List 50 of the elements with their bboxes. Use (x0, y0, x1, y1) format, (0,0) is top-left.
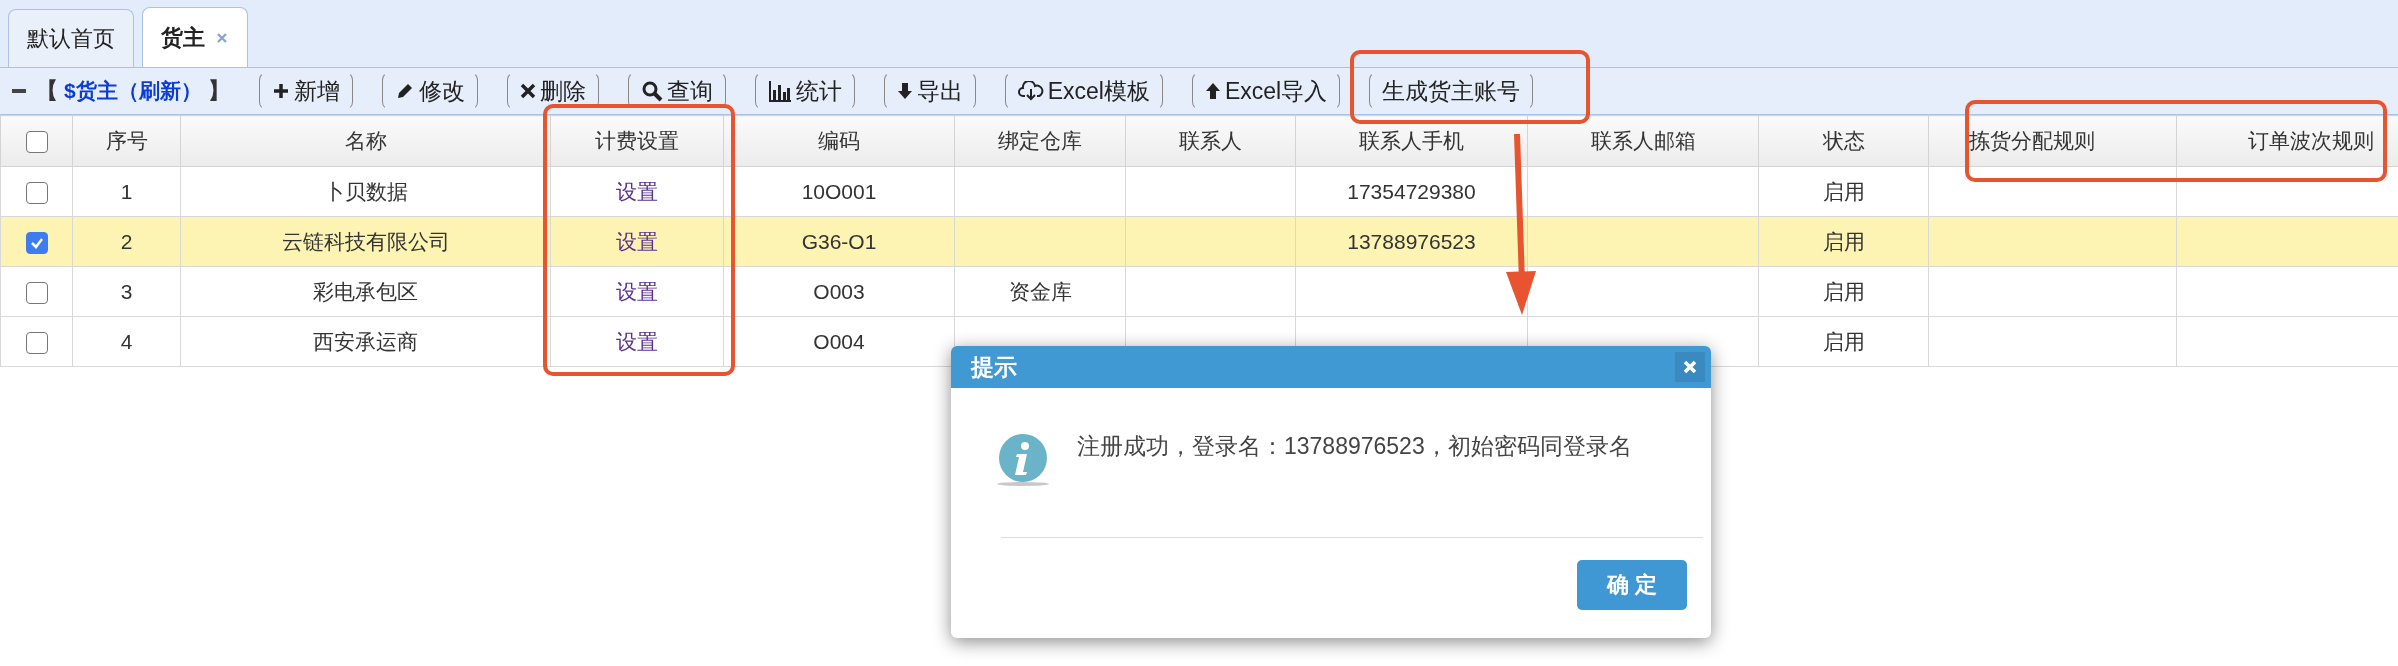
table-cell: 彩电承包区 (313, 279, 418, 303)
settings-link[interactable]: 设置 (616, 179, 658, 203)
toolbar-button[interactable]: Excel模板 (1004, 72, 1163, 110)
tab[interactable]: 默认首页 (8, 9, 134, 67)
toolbar-button[interactable]: 生成货主账号 (1369, 72, 1534, 110)
toolbar-button[interactable]: 删除 (506, 72, 599, 110)
toolbar-button[interactable]: 修改 (381, 72, 478, 110)
column-header[interactable]: 状态 (1758, 115, 1929, 167)
table-cell: 启用 (1822, 279, 1865, 303)
toolbar-button[interactable]: 新增 (258, 72, 353, 110)
refresh-link[interactable]: $货主（刷新） (64, 77, 202, 105)
dialog-title: 提示 (971, 352, 1017, 382)
table-cell: 17354729380 (1347, 179, 1476, 203)
dialog-message: 注册成功，登录名：13788976523，初始密码同登录名 (1077, 432, 1633, 461)
table-cell: 西安承运商 (313, 329, 418, 353)
column-header[interactable]: 名称 (180, 115, 551, 167)
table-cell: 启用 (1822, 179, 1865, 203)
column-header[interactable]: 联系人邮箱 (1527, 115, 1759, 167)
column-header[interactable]: 编码 (723, 115, 955, 167)
table-cell: 3 (120, 279, 133, 303)
toolbar-button[interactable]: 查询 (627, 72, 726, 110)
column-header[interactable]: 序号 (72, 115, 181, 167)
tab[interactable]: 货主 (142, 7, 248, 67)
toolbar-button[interactable]: 统计 (754, 72, 855, 110)
settings-link[interactable]: 设置 (616, 279, 658, 303)
table-cell: 启用 (1822, 229, 1865, 253)
table-cell: 4 (120, 329, 133, 353)
table-cell: O003 (813, 279, 865, 303)
column-header[interactable]: 订单波次规则 (2176, 115, 2398, 167)
toolbar-button[interactable]: Excel导入 (1191, 72, 1341, 110)
table-cell: 资金库 (1008, 279, 1072, 303)
bracket: 【 (36, 77, 58, 105)
settings-link[interactable]: 设置 (616, 229, 658, 253)
column-header[interactable]: 计费设置 (550, 115, 724, 167)
table-cell: 1 (120, 179, 133, 203)
toolbar-button[interactable]: 导出 (883, 72, 976, 110)
column-header[interactable]: 联系人手机 (1295, 115, 1528, 167)
column-header[interactable]: 联系人 (1125, 115, 1296, 167)
table-cell: O004 (813, 329, 865, 353)
table-cell: 卜贝数据 (323, 179, 408, 203)
table-cell: 2 (120, 229, 133, 253)
table-cell: 启用 (1822, 329, 1865, 353)
settings-link[interactable]: 设置 (616, 329, 658, 353)
table-cell: G36-O1 (801, 229, 877, 253)
column-header[interactable]: 拣货分配规则 (1928, 115, 2177, 167)
table-cell: 13788976523 (1347, 229, 1476, 253)
table-cell: 云链科技有限公司 (281, 229, 450, 253)
table-cell: 10O001 (801, 179, 877, 203)
column-header[interactable]: 绑定仓库 (954, 115, 1126, 167)
bracket: 】 (207, 77, 230, 105)
